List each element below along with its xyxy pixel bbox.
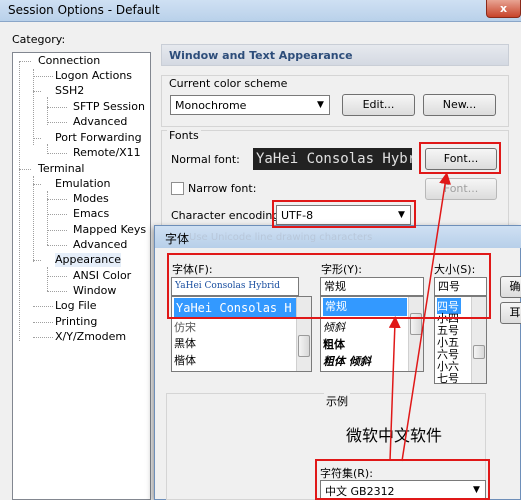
- tree-line: [47, 276, 67, 277]
- character-encoding-label: Character encoding:: [171, 209, 284, 222]
- chevron-down-icon: ▼: [317, 100, 324, 110]
- tree-line: [19, 169, 31, 170]
- tree-item-emacs[interactable]: Emacs: [73, 207, 109, 221]
- tree-line: [47, 230, 67, 231]
- fonts-group-label: Fonts: [167, 129, 201, 142]
- tree-line: [47, 122, 67, 123]
- tree-line: [47, 153, 67, 154]
- color-scheme-select[interactable]: Monochrome ▼: [170, 95, 330, 115]
- highlight-font-button: [419, 142, 501, 174]
- scrollbar-thumb[interactable]: [473, 345, 485, 359]
- sample-group-label: 示例: [324, 393, 350, 409]
- scrollbar-thumb[interactable]: [298, 335, 310, 357]
- highlight-charset: [315, 459, 490, 500]
- style-list-item[interactable]: 倾斜: [323, 319, 345, 335]
- tree-item-emulation[interactable]: Emulation: [55, 177, 111, 191]
- tree-item-mapped-keys[interactable]: Mapped Keys: [73, 223, 146, 237]
- highlight-font-selection: [167, 253, 491, 319]
- tree-item-window[interactable]: Window: [73, 284, 116, 298]
- tree-line: [47, 107, 67, 108]
- narrow-font-label: Narrow font:: [188, 182, 257, 195]
- tree-item-terminal[interactable]: Terminal: [38, 162, 85, 176]
- tree-line: [33, 337, 53, 338]
- tree-line: [33, 176, 34, 262]
- tree-item-modes[interactable]: Modes: [73, 192, 109, 206]
- tree-line: [47, 245, 67, 246]
- font-list-item[interactable]: 楷体: [174, 352, 196, 368]
- tree-line: [33, 260, 41, 261]
- color-scheme-value: Monochrome: [175, 99, 247, 112]
- tree-item-advanced[interactable]: Advanced: [73, 238, 127, 252]
- tree-item-printing[interactable]: Printing: [55, 315, 97, 329]
- panel-header: Window and Text Appearance: [161, 44, 509, 66]
- tree-item-connection[interactable]: Connection: [38, 54, 100, 68]
- tree-item-remote-x11[interactable]: Remote/X11: [73, 146, 141, 160]
- style-list-item[interactable]: 粗体 倾斜: [323, 353, 371, 369]
- normal-font-label: Normal font:: [171, 153, 240, 166]
- cancel-button[interactable]: 耳: [500, 302, 521, 324]
- background-text: Use Unicode line drawing characters: [189, 232, 373, 243]
- font-dialog-title-bar[interactable]: 字体 Use Unicode line drawing characters: [155, 226, 521, 248]
- tree-line: [47, 97, 48, 125]
- size-list-item[interactable]: 七号: [437, 370, 459, 383]
- tree-line: [47, 214, 67, 215]
- edit-scheme-button[interactable]: Edit...: [342, 94, 415, 116]
- tree-line: [33, 306, 53, 307]
- title-bar[interactable]: Session Options - Default x: [0, 0, 521, 22]
- tree-item-xyzmodem[interactable]: X/Y/Zmodem: [55, 330, 126, 344]
- style-list-item[interactable]: 粗体: [323, 336, 345, 352]
- tree-item-ansi-color[interactable]: ANSI Color: [73, 269, 131, 283]
- tree-item-logon-actions[interactable]: Logon Actions: [55, 69, 132, 83]
- tree-line: [33, 138, 41, 139]
- highlight-encoding: [272, 200, 416, 228]
- tree-line: [33, 91, 41, 92]
- tree-item-log-file[interactable]: Log File: [55, 299, 97, 313]
- ok-button[interactable]: 确: [500, 276, 521, 298]
- panel-title: Window and Text Appearance: [169, 49, 353, 62]
- sample-text: 微软中文软件: [346, 426, 443, 445]
- tree-item-advanced[interactable]: Advanced: [73, 115, 127, 129]
- window-title: Session Options - Default: [8, 3, 160, 17]
- tree-line: [47, 267, 48, 291]
- tree-line: [33, 322, 53, 323]
- font-list-item[interactable]: 黑体: [174, 335, 196, 351]
- category-label: Category:: [12, 33, 66, 46]
- new-scheme-button[interactable]: New...: [423, 94, 496, 116]
- font-list-item[interactable]: 仿宋: [174, 319, 196, 335]
- narrow-font-button[interactable]: Font...: [425, 178, 497, 200]
- normal-font-preview: YaHei Consolas Hybrid: [253, 148, 412, 170]
- category-tree[interactable]: Connection Logon Actions SSH2 SFTP Sessi…: [12, 52, 151, 500]
- tree-line: [19, 61, 20, 341]
- color-scheme-label: Current color scheme: [167, 77, 290, 90]
- tree-item-appearance[interactable]: Appearance: [55, 253, 122, 267]
- tree-item-sftp-session[interactable]: SFTP Session: [73, 100, 145, 114]
- narrow-font-checkbox[interactable]: [171, 182, 184, 195]
- tree-line: [47, 199, 67, 200]
- tree-item-ssh2[interactable]: SSH2: [55, 84, 84, 98]
- tree-line: [47, 291, 67, 292]
- font-dialog-title: 字体: [165, 232, 190, 246]
- tree-line: [33, 76, 53, 77]
- tree-line: [33, 184, 41, 185]
- close-button[interactable]: x: [486, 0, 521, 18]
- tree-line: [19, 61, 31, 62]
- tree-line: [33, 69, 34, 145]
- tree-item-port-forwarding[interactable]: Port Forwarding: [55, 131, 142, 145]
